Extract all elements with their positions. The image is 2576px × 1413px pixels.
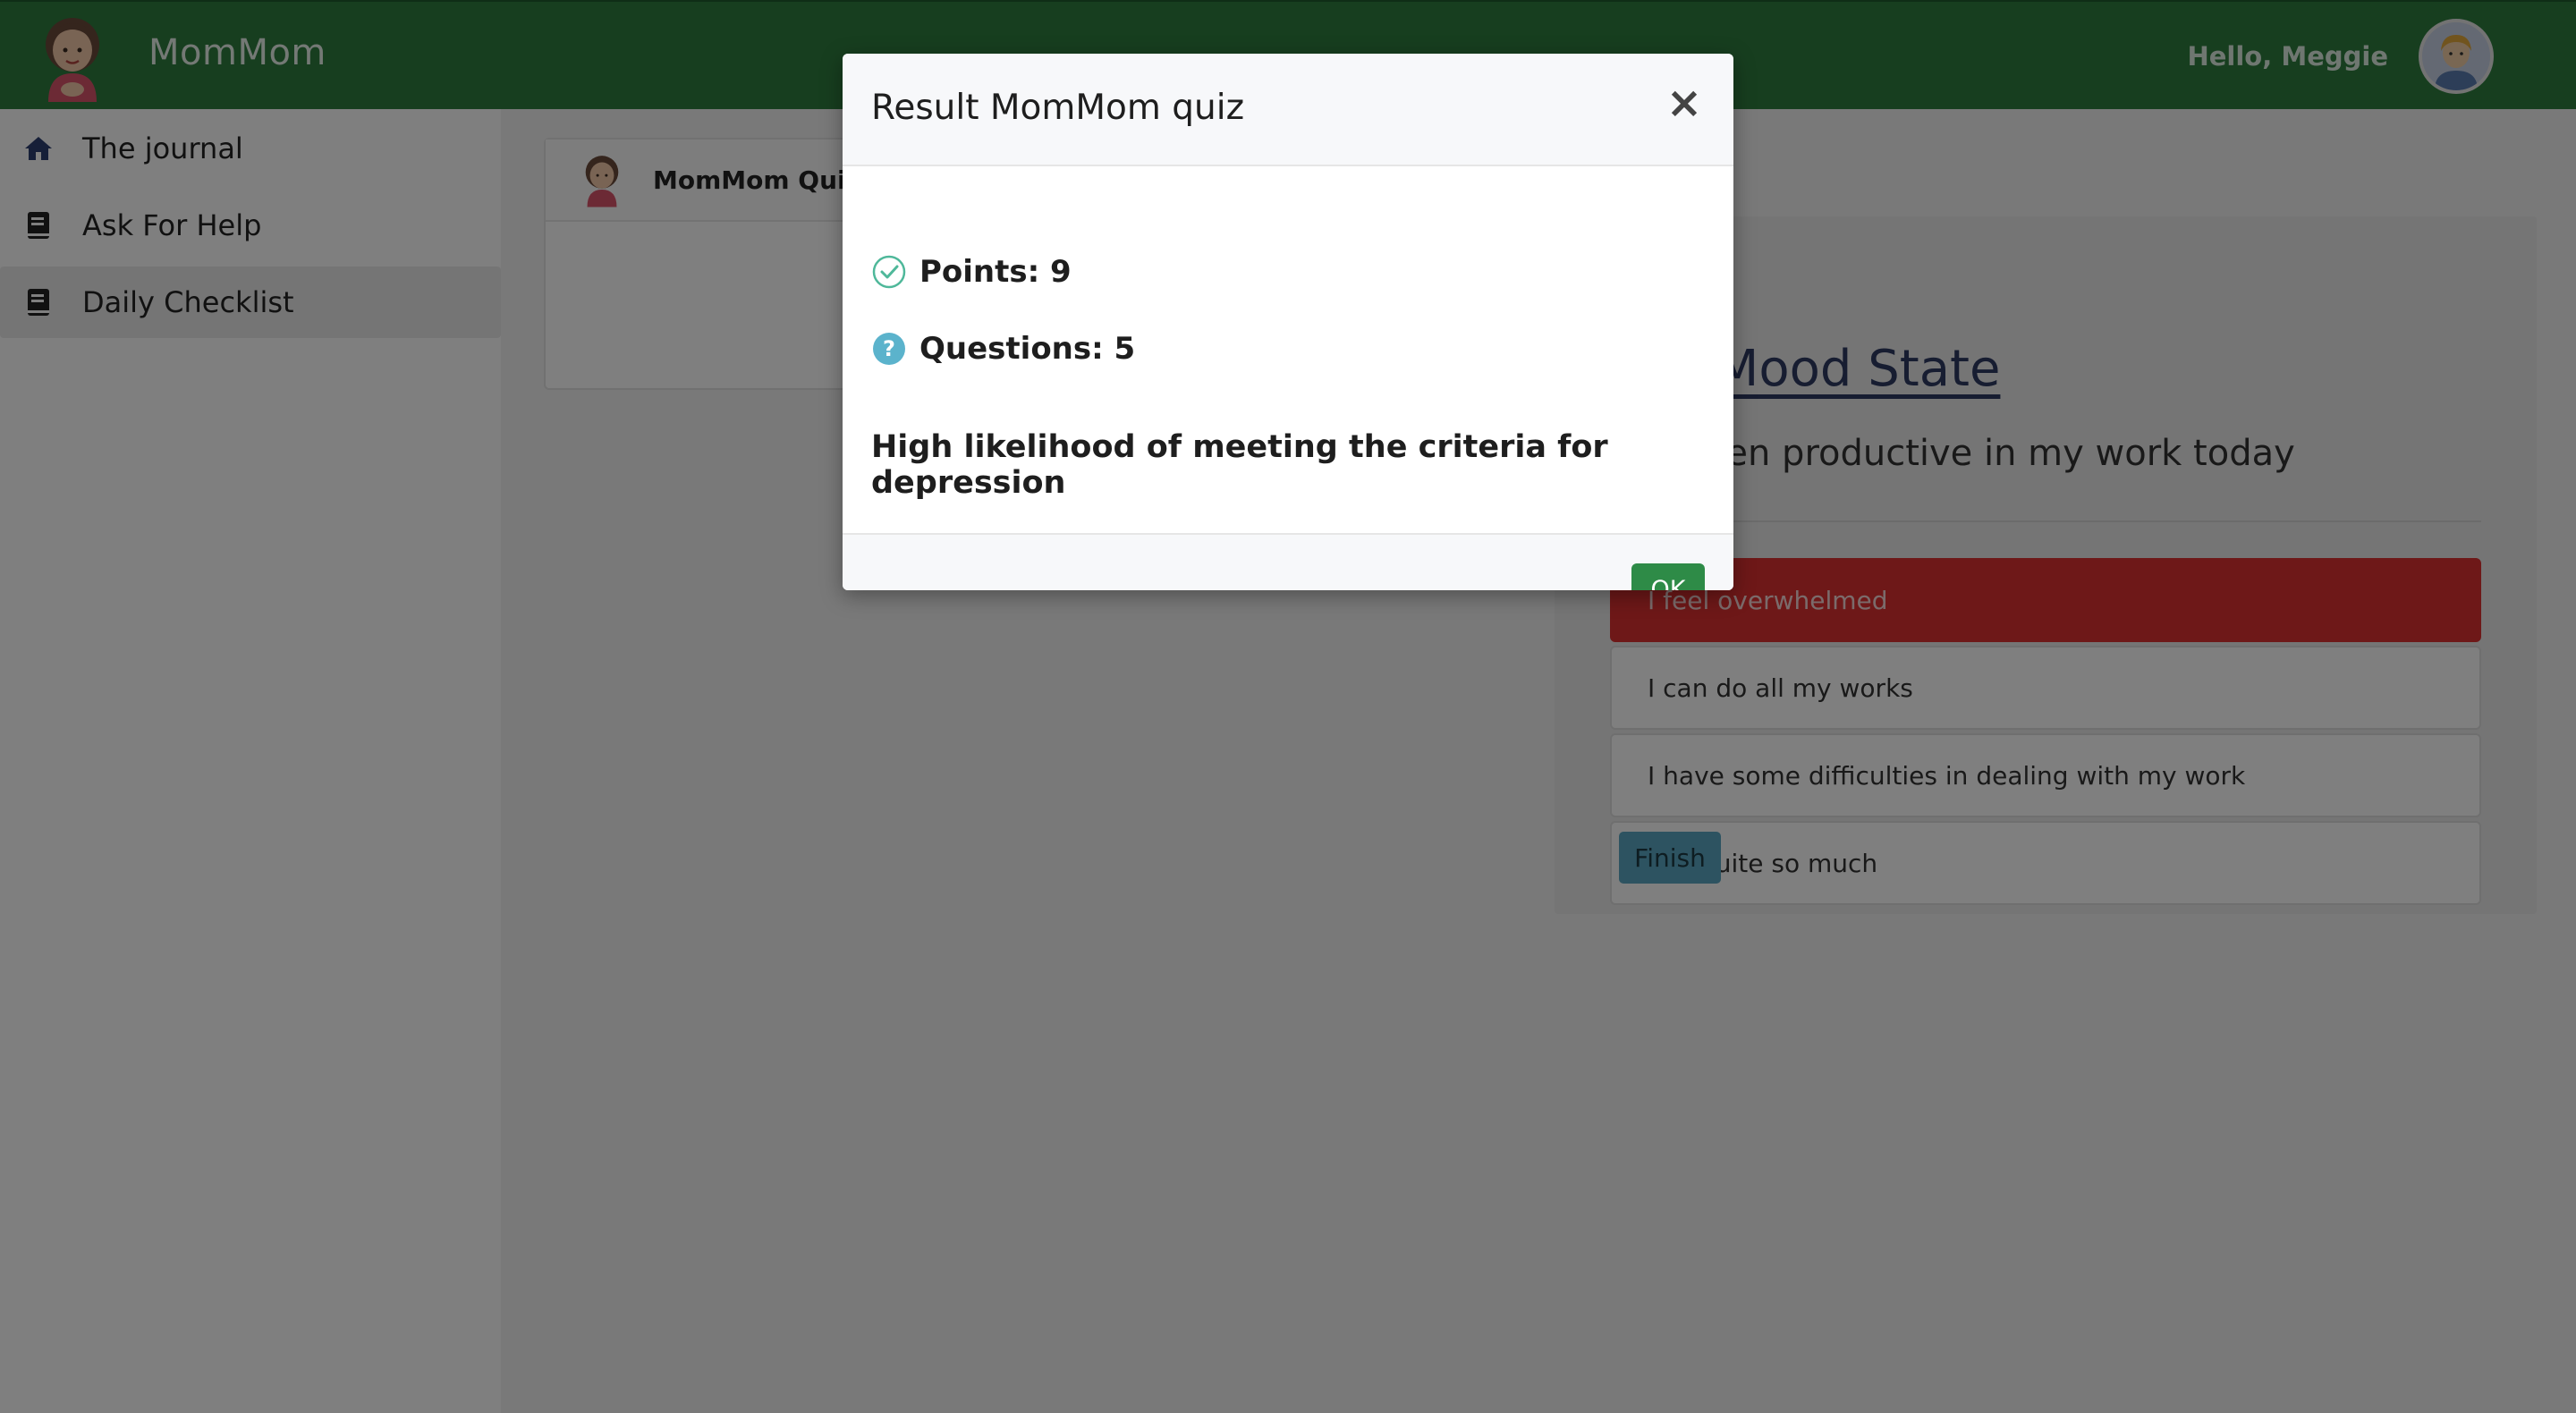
modal-footer: OK: [843, 533, 1733, 590]
close-icon[interactable]: ×: [1662, 80, 1707, 125]
questions-row: ? Questions: 5: [871, 331, 1135, 367]
result-verdict: High likelihood of meeting the criteria …: [871, 429, 1608, 501]
modal-header: Result MomMom quiz ×: [843, 54, 1733, 166]
points-label: Points: 9: [919, 254, 1072, 290]
modal-body: Points: 9 ? Questions: 5 High likelihood…: [843, 166, 1733, 533]
points-row: Points: 9: [871, 254, 1072, 290]
questions-label: Questions: 5: [919, 331, 1136, 367]
modal-title: Result MomMom quiz: [871, 88, 1245, 128]
ok-button[interactable]: OK: [1631, 563, 1705, 590]
check-circle-icon: [872, 255, 906, 289]
result-modal: Result MomMom quiz × Points: 9 ? Questio…: [843, 54, 1733, 590]
svg-text:?: ?: [883, 336, 895, 361]
question-circle-icon: ?: [873, 333, 905, 365]
